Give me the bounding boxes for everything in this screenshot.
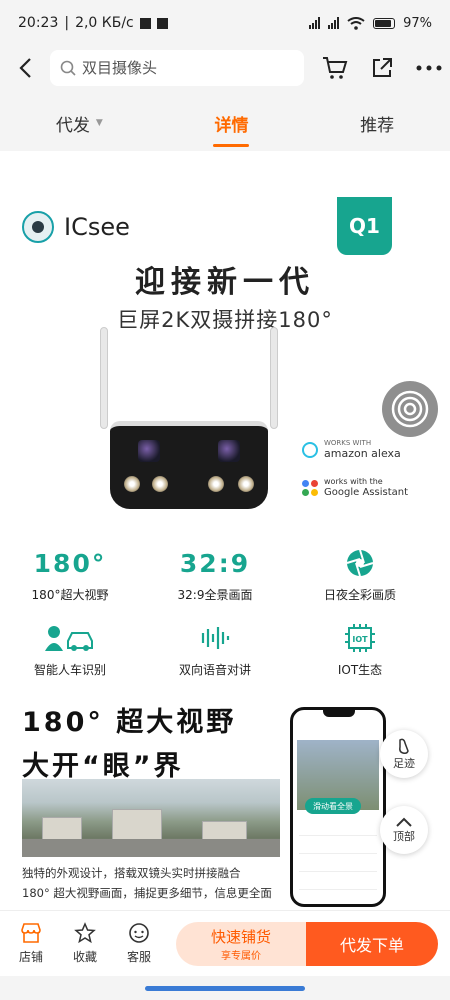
- person-car-icon: [45, 626, 93, 651]
- shop-icon: [21, 923, 41, 943]
- tab-label: 推荐: [360, 115, 395, 136]
- shop-label: 店铺: [18, 950, 43, 964]
- signal-icon: [309, 17, 321, 29]
- google-assistant-icon: [302, 479, 318, 496]
- notification-icon: [156, 17, 168, 29]
- feature-32-9: 32:9 32:9全景画面: [177, 548, 253, 603]
- alexa-icon: [302, 441, 318, 458]
- feature-180-view: 180° 180°超大视野: [31, 548, 109, 603]
- brand-logo: ICsee: [22, 211, 130, 243]
- network-speed: 2,0 КБ/с: [75, 15, 134, 31]
- home-indicator[interactable]: [145, 986, 305, 991]
- google-assistant-badge: works with the Google Assistant: [302, 477, 408, 499]
- footprint-label: 足迹: [393, 757, 415, 770]
- share-icon[interactable]: [370, 56, 394, 80]
- phone-mockup: 滑动看全景: [290, 707, 386, 907]
- quick-stock-button[interactable]: 快速铺货 享专属价: [176, 921, 306, 966]
- aperture-icon: [346, 549, 374, 577]
- back-button[interactable]: [0, 46, 50, 90]
- bottom-action-bar: 店铺 收藏 客服 快速铺货 享专属价 代发下单: [0, 910, 450, 976]
- brand-name: ICsee: [64, 213, 130, 241]
- tab-details[interactable]: 详情: [214, 96, 248, 150]
- feature-two-way-audio: 双向语音对讲: [145, 621, 285, 678]
- battery-icon: [373, 17, 396, 29]
- back-to-top-label: 顶部: [393, 830, 415, 843]
- search-box[interactable]: [50, 50, 304, 86]
- tab-bar: 代发 ▼ 详情 推荐: [0, 96, 450, 150]
- footprint-icon: [399, 738, 409, 754]
- tab-label: 详情: [214, 115, 249, 136]
- feature-person-car: 智能人车识别: [0, 621, 140, 678]
- search-input[interactable]: [82, 59, 282, 77]
- camera-lens-icon: [22, 211, 54, 243]
- search-row: [0, 46, 450, 90]
- voice-wave-icon: [201, 627, 230, 649]
- product-description: 独特的外观设计，搭载双镜头实时拼接融合 180° 超大视野画面，捕捉更多细节，信…: [22, 866, 272, 900]
- model-badge: Q1: [337, 197, 392, 255]
- cart-icon[interactable]: [322, 56, 348, 80]
- feature-full-color: 日夜全彩画质: [290, 546, 430, 603]
- status-bar: 20:23 | 2,0 КБ/с 97%: [0, 0, 450, 46]
- chevron-left-icon: [19, 58, 31, 78]
- footprint-button[interactable]: 足迹: [380, 730, 428, 778]
- favorite-label: 收藏: [72, 950, 97, 964]
- phone-panorama-button: 滑动看全景: [305, 798, 361, 814]
- promo-title: 180° 超大视野 大开“眼”界: [22, 707, 237, 782]
- battery-level: 97%: [403, 15, 432, 31]
- favorite-button[interactable]: 收藏: [58, 922, 112, 965]
- svg-text:IOT: IOT: [352, 635, 368, 644]
- search-icon: [60, 60, 76, 76]
- back-to-top-button[interactable]: 顶部: [380, 806, 428, 854]
- wifi-icon: [347, 16, 365, 30]
- caret-down-icon: ▼: [95, 118, 103, 128]
- panorama-photo: [22, 779, 280, 857]
- customer-service-icon: [129, 923, 149, 943]
- status-time: 20:23: [18, 15, 59, 31]
- status-separator: |: [64, 15, 70, 31]
- product-detail-image: ICsee Q1 迎接新一代 巨屏2K双摄拼接180° WORKS WITH a…: [0, 151, 450, 910]
- floating-action-button[interactable]: [382, 381, 438, 437]
- tab-label: 代发: [55, 115, 90, 136]
- signal-icon: [328, 17, 340, 29]
- service-label: 客服: [126, 950, 151, 964]
- service-button[interactable]: 客服: [112, 922, 166, 965]
- camera-image: [98, 327, 282, 517]
- tab-recommend[interactable]: 推荐: [360, 96, 394, 150]
- headline: 迎接新一代: [135, 265, 315, 300]
- target-icon: [391, 390, 429, 428]
- notification-icon: [139, 17, 151, 29]
- star-icon: [74, 922, 96, 944]
- tab-dropship[interactable]: 代发 ▼: [56, 96, 103, 150]
- more-icon[interactable]: [416, 64, 442, 72]
- feature-iot: IOT IOT生态: [290, 621, 430, 678]
- dropship-order-button[interactable]: 代发下单: [306, 921, 438, 966]
- shop-button[interactable]: 店铺: [4, 922, 58, 965]
- iot-chip-icon: IOT: [345, 624, 375, 652]
- alexa-badge: WORKS WITH amazon alexa: [302, 439, 401, 461]
- chevron-up-icon: [396, 817, 412, 827]
